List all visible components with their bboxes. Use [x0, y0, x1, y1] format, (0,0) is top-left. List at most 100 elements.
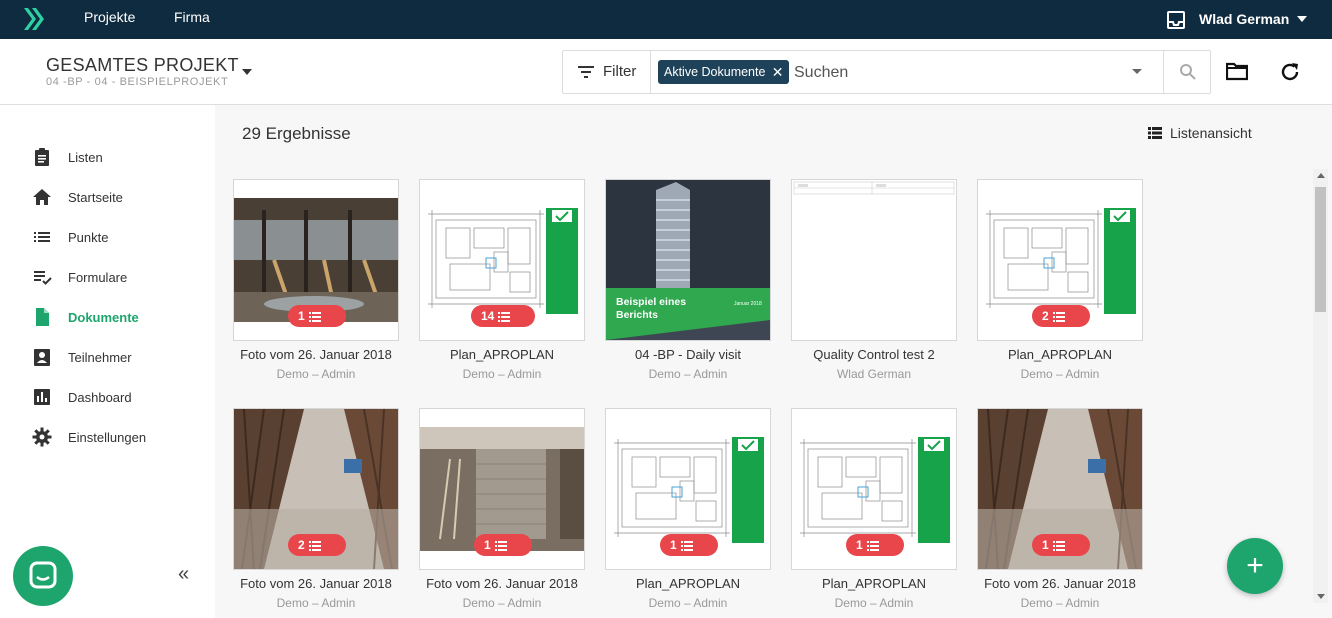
document-thumbnail[interactable]: 14	[419, 179, 585, 341]
user-caret-icon[interactable]	[1297, 16, 1307, 22]
document-card[interactable]: Quality Control test 2 Wlad German	[791, 179, 957, 409]
document-title[interactable]: Quality Control test 2	[781, 347, 967, 362]
document-thumbnail[interactable]: 1	[419, 408, 585, 570]
document-title[interactable]: Plan_APROPLAN	[781, 576, 967, 591]
user-menu[interactable]: Wlad German	[1199, 11, 1289, 27]
document-thumbnail[interactable]: 1	[605, 408, 771, 570]
points-count: 1	[484, 538, 491, 552]
list-view-toggle[interactable]: Listenansicht	[1148, 125, 1252, 141]
document-author: Demo – Admin	[462, 367, 542, 381]
points-count: 1	[1042, 538, 1049, 552]
sidebar-item-teilnehmer[interactable]: Teilnehmer	[0, 337, 215, 377]
points-count: 1	[856, 538, 863, 552]
document-author: Wlad German	[836, 367, 912, 381]
document-title[interactable]: Plan_APROPLAN	[595, 576, 781, 591]
document-card[interactable]: 1 Foto vom 26. Januar 2018 Demo – Admin	[977, 408, 1143, 618]
chat-button[interactable]	[13, 546, 73, 606]
list-icon	[494, 540, 507, 551]
scroll-up-icon[interactable]	[1317, 173, 1325, 178]
document-thumbnail[interactable]: 2	[233, 408, 399, 570]
project-dropdown-icon[interactable]	[242, 69, 252, 75]
collapse-sidebar-icon[interactable]: «	[178, 563, 189, 586]
list-icon	[498, 311, 511, 322]
document-card[interactable]: 1 Foto vom 26. Januar 2018 Demo – Admin	[233, 179, 399, 409]
contact-icon	[34, 349, 50, 366]
document-author: Demo – Admin	[462, 596, 542, 610]
document-title[interactable]: Foto vom 26. Januar 2018	[409, 576, 595, 591]
sidebar-item-formulare[interactable]: Formulare	[0, 257, 215, 297]
points-badge[interactable]: 1	[660, 534, 718, 556]
document-icon	[36, 308, 49, 326]
aproplan-logo-icon[interactable]	[22, 6, 46, 32]
scroll-down-icon[interactable]	[1317, 594, 1325, 599]
nav-projekte[interactable]: Projekte	[84, 9, 135, 25]
sidebar-item-label: Listen	[68, 150, 103, 165]
points-badge[interactable]: 2	[1032, 305, 1090, 327]
document-thumbnail[interactable]: 1	[233, 179, 399, 341]
sidebar-item-einstellungen[interactable]: Einstellungen	[0, 417, 215, 457]
sidebar-item-label: Teilnehmer	[68, 350, 132, 365]
search-icon	[1180, 64, 1196, 80]
refresh-icon[interactable]	[1279, 61, 1301, 83]
sidebar-item-dashboard[interactable]: Dashboard	[0, 377, 215, 417]
checklist-icon	[34, 271, 52, 285]
document-thumbnail[interactable]: Beispiel eines Berichts Januar 2018	[605, 179, 771, 341]
inbox-icon[interactable]	[1166, 10, 1186, 30]
document-card[interactable]: 14 Plan_APROPLAN Demo – Admin	[419, 179, 585, 409]
sidebar-item-dokumente[interactable]: Dokumente	[0, 297, 215, 337]
document-title[interactable]: Foto vom 26. Januar 2018	[223, 347, 409, 362]
document-thumbnail[interactable]: 1	[977, 408, 1143, 570]
add-document-button[interactable]: +	[1227, 538, 1283, 594]
chevron-down-icon[interactable]	[1132, 69, 1142, 74]
document-card[interactable]: 1 Foto vom 26. Januar 2018 Demo – Admin	[419, 408, 585, 618]
points-badge[interactable]: 2	[288, 534, 346, 556]
points-count: 14	[481, 309, 495, 323]
points-badge[interactable]: 1	[288, 305, 346, 327]
filter-label: Filter	[603, 63, 637, 80]
scroll-thumb[interactable]	[1315, 187, 1326, 312]
document-card[interactable]: Beispiel eines Berichts Januar 2018 04 -BP…	[605, 179, 771, 409]
points-count: 1	[670, 538, 677, 552]
report-cover-title: Beispiel eines Berichts	[616, 296, 687, 321]
documents-area: 29 Ergebnisse Listenansicht 1 Foto vom 26…	[215, 105, 1332, 618]
sidebar-item-punkte[interactable]: Punkte	[0, 217, 215, 257]
gear-icon	[32, 427, 52, 447]
close-icon[interactable]: ✕	[772, 60, 784, 84]
list-icon	[1052, 311, 1065, 322]
document-title[interactable]: 04 -BP - Daily visit	[595, 347, 781, 362]
project-header: GESAMTES PROJEKT 04 -BP - 04 - BEISPIELP…	[0, 39, 1332, 105]
document-title[interactable]: Plan_APROPLAN	[409, 347, 595, 362]
nav-firma[interactable]: Firma	[174, 9, 210, 25]
sidebar-item-label: Startseite	[68, 190, 123, 205]
chip-label: Aktive Dokumente	[664, 65, 766, 79]
points-badge[interactable]: 1	[846, 534, 904, 556]
points-count: 2	[1042, 309, 1049, 323]
points-badge[interactable]: 14	[471, 305, 535, 327]
filter-button[interactable]: Filter	[563, 51, 651, 93]
document-card[interactable]: 2 Foto vom 26. Januar 2018 Demo – Admin	[233, 408, 399, 618]
filter-icon	[578, 66, 594, 78]
points-badge[interactable]: 1	[1032, 534, 1090, 556]
document-thumbnail[interactable]: 1	[791, 408, 957, 570]
scrollbar[interactable]	[1313, 169, 1328, 603]
sidebar-item-startseite[interactable]: Startseite	[0, 177, 215, 217]
document-title[interactable]: Foto vom 26. Januar 2018	[967, 576, 1153, 591]
home-icon	[33, 189, 51, 205]
search-button[interactable]	[1163, 51, 1211, 93]
bar-chart-icon	[34, 389, 50, 405]
document-title[interactable]: Plan_APROPLAN	[967, 347, 1153, 362]
points-badge[interactable]: 1	[474, 534, 532, 556]
sidebar-item-listen[interactable]: Listen	[0, 137, 215, 177]
points-count: 2	[298, 538, 305, 552]
sidebar-item-label: Einstellungen	[68, 430, 147, 445]
folder-icon[interactable]	[1226, 61, 1248, 81]
document-card[interactable]: 2 Plan_APROPLAN Demo – Admin	[977, 179, 1143, 409]
search-input[interactable]	[794, 61, 1114, 85]
project-title[interactable]: GESAMTES PROJEKT	[46, 55, 239, 76]
document-thumbnail[interactable]	[791, 179, 957, 341]
document-card[interactable]: 1 Plan_APROPLAN Demo – Admin	[605, 408, 771, 618]
document-thumbnail[interactable]: 2	[977, 179, 1143, 341]
document-card[interactable]: 1 Plan_APROPLAN Demo – Admin	[791, 408, 957, 618]
active-filter-chip: Aktive Dokumente ✕	[658, 60, 790, 84]
document-title[interactable]: Foto vom 26. Januar 2018	[223, 576, 409, 591]
